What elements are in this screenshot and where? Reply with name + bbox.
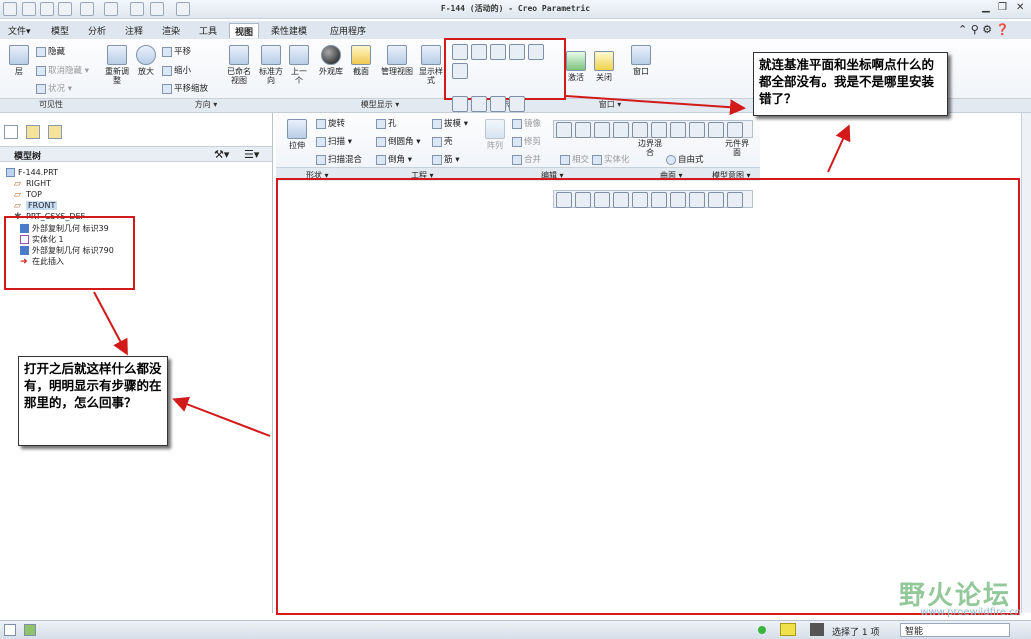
browser-toggle-icon[interactable]: [24, 624, 36, 636]
annotation-arrows: [93, 95, 851, 437]
arrow-to-top-note: [827, 124, 851, 173]
status-bar: 选择了 1 项 智能: [0, 620, 1031, 639]
pin-icon[interactable]: [780, 623, 796, 636]
regen-status-icon: [758, 626, 766, 634]
arrow-to-show-toolbar: [565, 95, 746, 116]
selection-count: 选择了 1 项: [832, 628, 880, 638]
tree-toggle-icon[interactable]: [4, 624, 16, 636]
selection-filter-dropdown[interactable]: 智能: [900, 623, 1010, 637]
arrow-to-model-tree: [93, 291, 128, 356]
filter-icon[interactable]: [810, 623, 824, 636]
arrow-from-graphics: [172, 396, 271, 437]
forum-watermark-url: www.proewildfire.cn: [920, 607, 1021, 618]
